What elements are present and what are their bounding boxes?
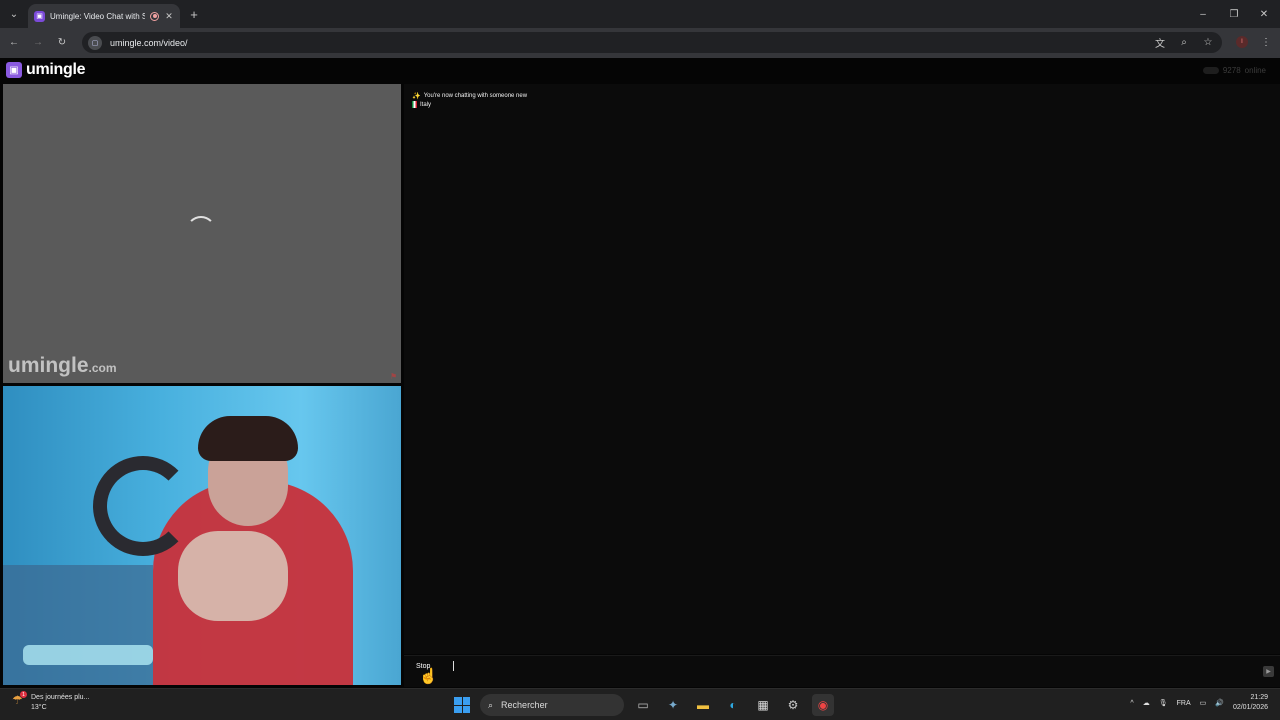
online-toggle xyxy=(1202,67,1219,74)
file-explorer-icon[interactable]: ▬ xyxy=(692,694,714,716)
search-label: Rechercher xyxy=(501,700,548,710)
headphones-shape xyxy=(93,456,193,556)
video-watermark: umingle.com xyxy=(8,354,117,378)
weather-temp: 13°C xyxy=(31,704,47,711)
network-icon[interactable]: ▭ xyxy=(1200,699,1207,707)
browser-tab[interactable]: ▣ Umingle: Video Chat with S ✕ xyxy=(28,4,180,28)
italy-flag-icon xyxy=(412,101,417,108)
hands-shape xyxy=(178,531,288,621)
chevron-up-icon[interactable]: ^ xyxy=(1130,700,1133,707)
zoom-icon[interactable]: ⌕ xyxy=(1176,35,1192,51)
arrow-right-icon[interactable]: → xyxy=(30,34,46,50)
site-logo[interactable]: ▣ umingle xyxy=(6,61,86,79)
windows-taskbar: ☂ 1 Des journées plu... 13°C ⌕ Rechercher… xyxy=(0,688,1280,720)
clock-date: 02/01/2026 xyxy=(1232,704,1268,711)
cloud-icon[interactable]: ☁ xyxy=(1143,699,1150,707)
reload-icon[interactable]: ↻ xyxy=(54,34,70,50)
tab-title: Umingle: Video Chat with S xyxy=(50,11,145,21)
close-window-button[interactable]: ✕ xyxy=(1256,6,1272,22)
system-message-text: You're now chatting with someone new xyxy=(423,93,528,99)
sparkle-icon: ✨ xyxy=(412,93,421,100)
address-bar[interactable]: ▢ umingle.com/video/ 文 ⌕ ☆ xyxy=(82,32,1222,53)
browser-tabstrip: ⌄ ▣ Umingle: Video Chat with S ✕ + – ❐ ✕ xyxy=(0,0,1280,28)
translate-icon[interactable]: 文 xyxy=(1152,35,1168,51)
system-message: ✨ You're now chatting with someone new xyxy=(412,92,527,100)
sofa-shape xyxy=(3,565,153,685)
loading-spinner xyxy=(186,216,216,246)
search-icon: ⌕ xyxy=(488,699,494,710)
browser-toolbar: ← → ↻ ▢ umingle.com/video/ 文 ⌕ ☆ I ⋮ xyxy=(0,28,1280,58)
chevron-down-icon[interactable]: ⌄ xyxy=(6,6,22,22)
online-counter: 9278 online xyxy=(1202,66,1266,75)
taskbar-search[interactable]: ⌕ Rechercher xyxy=(480,694,624,716)
hair-shape xyxy=(198,416,298,461)
country-message: Italy xyxy=(412,101,431,108)
message-input[interactable] xyxy=(453,661,454,671)
logo-text: umingle xyxy=(26,61,86,78)
minimize-button[interactable]: – xyxy=(1195,6,1211,22)
copilot-icon[interactable]: ✦ xyxy=(662,694,684,716)
chat-log: ✨ You're now chatting with someone new I… xyxy=(404,84,1280,654)
weather-icon: ☂ 1 xyxy=(12,691,27,707)
volume-icon[interactable]: 🔊 xyxy=(1215,699,1224,707)
self-video-panel xyxy=(3,386,401,685)
new-tab-button[interactable]: + xyxy=(186,6,202,22)
chrome-icon[interactable]: ◉ xyxy=(812,694,834,716)
online-label: online xyxy=(1244,66,1266,75)
umingle-favicon-icon: ▣ xyxy=(34,10,45,22)
led-glow-shape xyxy=(23,645,153,665)
watermark-suffix: .com xyxy=(88,361,117,375)
start-button[interactable] xyxy=(452,695,472,715)
restore-button[interactable]: ❐ xyxy=(1226,6,1242,22)
url-text: umingle.com/video/ xyxy=(110,37,188,48)
site-info-icon[interactable]: ▢ xyxy=(88,35,102,50)
recording-icon xyxy=(150,11,159,21)
online-count: 9278 xyxy=(1222,66,1241,75)
task-view-icon[interactable]: ▭ xyxy=(632,694,654,716)
star-icon[interactable]: ☆ xyxy=(1200,35,1216,51)
close-tab-icon[interactable]: ✕ xyxy=(164,8,174,24)
mouse-pointer-icon: ☝ xyxy=(419,668,438,685)
arrow-left-icon[interactable]: ← xyxy=(6,34,22,50)
settings-gear-icon[interactable]: ⚙ xyxy=(782,694,804,716)
profile-avatar[interactable]: I xyxy=(1236,36,1248,48)
chat-composer: Stop ▶ xyxy=(404,655,1280,687)
send-icon[interactable]: ▶ xyxy=(1263,666,1274,677)
watermark-main: umingle xyxy=(8,354,89,377)
edge-icon[interactable]: ◐ xyxy=(722,694,744,716)
clock-time: 21:29 xyxy=(1250,694,1268,701)
chat-bubble-icon: ▣ xyxy=(6,62,22,78)
weather-widget[interactable]: ☂ 1 Des journées plu... 13°C xyxy=(12,691,90,713)
microphone-icon[interactable]: 🎙 xyxy=(1159,699,1168,707)
clock[interactable]: 21:29 02/01/2026 xyxy=(1233,693,1268,713)
weather-badge: 1 xyxy=(20,691,27,698)
weather-text: Des journées plu... xyxy=(31,694,90,701)
taskbar-apps: ⌕ Rechercher ▭ ✦ ▬ ◐ ▦ ⚙ ◉ xyxy=(452,694,834,716)
stranger-video-panel: umingle.com ⚑ xyxy=(3,84,401,383)
store-icon[interactable]: ▦ xyxy=(752,694,774,716)
country-text: Italy xyxy=(420,101,432,108)
system-tray: ^ ☁ 🎙 FRA ▭ 🔊 21:29 02/01/2026 xyxy=(1130,693,1268,713)
report-flag-icon[interactable]: ⚑ xyxy=(390,372,398,381)
kebab-menu-icon[interactable]: ⋮ xyxy=(1258,34,1274,50)
language-indicator[interactable]: FRA xyxy=(1177,700,1191,707)
